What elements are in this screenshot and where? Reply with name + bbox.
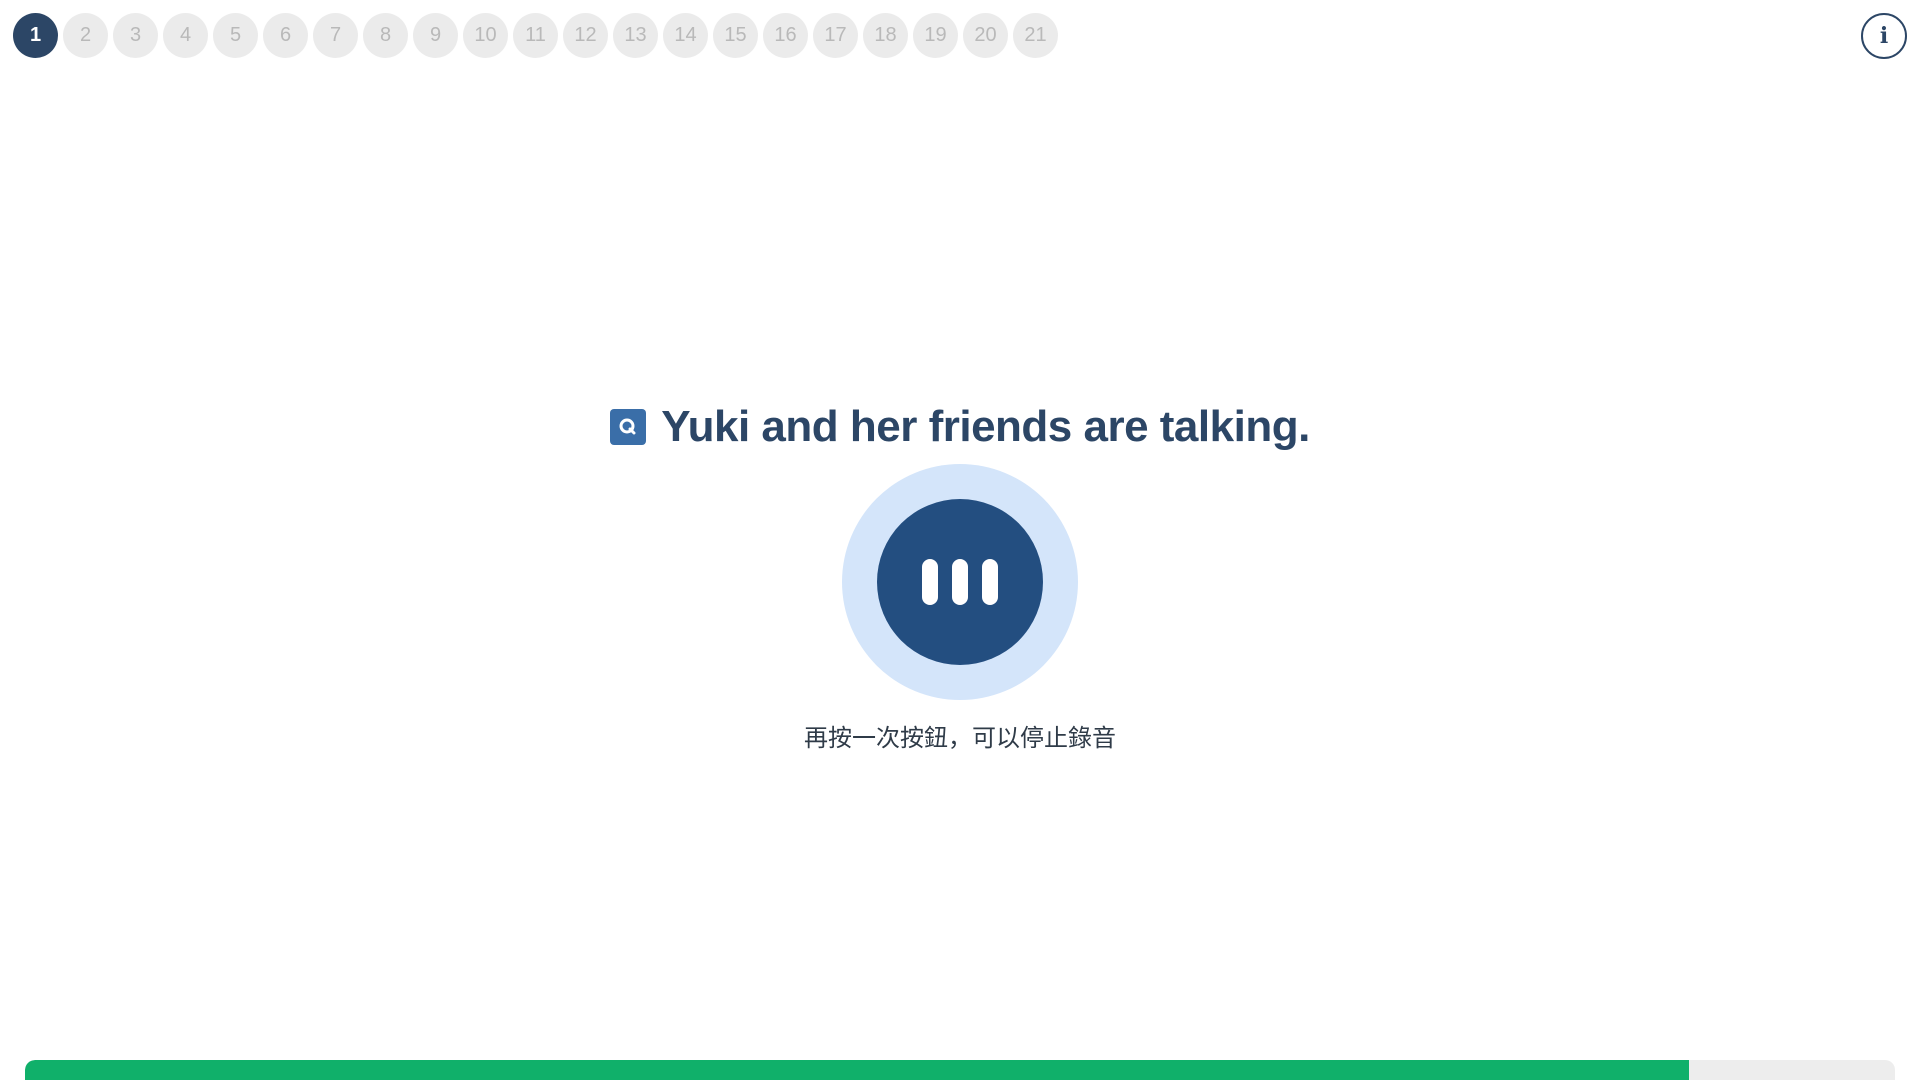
recording-hint: 再按一次按鈕，可以停止錄音 xyxy=(804,724,1116,752)
info-icon: i xyxy=(1879,23,1889,49)
question-nav-item-7[interactable]: 7 xyxy=(313,13,358,58)
question-nav-item-14[interactable]: 14 xyxy=(663,13,708,58)
page: 1 2 3 4 5 6 7 8 9 10 11 12 13 14 15 16 17 18 19 20 21 i Yuki… xyxy=(0,0,1920,1080)
question-nav-item-9[interactable]: 9 xyxy=(413,13,458,58)
question-nav-item-19[interactable]: 19 xyxy=(913,13,958,58)
question-nav-item-4[interactable]: 4 xyxy=(163,13,208,58)
question-nav-item-20[interactable]: 20 xyxy=(963,13,1008,58)
question-q-icon xyxy=(610,409,647,445)
question-nav-item-6[interactable]: 6 xyxy=(263,13,308,58)
question-nav-item-18[interactable]: 18 xyxy=(863,13,908,58)
question-nav-item-12[interactable]: 12 xyxy=(563,13,608,58)
question-nav-item-10[interactable]: 10 xyxy=(463,13,508,58)
prompt: Yuki and her friends are talking. xyxy=(0,402,1920,452)
question-nav-item-11[interactable]: 11 xyxy=(513,13,558,58)
progress-fill xyxy=(25,1060,1690,1080)
question-nav-item-13[interactable]: 13 xyxy=(613,13,658,58)
question-nav-item-17[interactable]: 17 xyxy=(813,13,858,58)
question-nav-item-5[interactable]: 5 xyxy=(213,13,258,58)
question-nav-item-21[interactable]: 21 xyxy=(1013,13,1058,58)
record-button-halo xyxy=(842,464,1078,700)
question-nav-item-2[interactable]: 2 xyxy=(63,13,108,58)
progress-bar xyxy=(25,1060,1895,1080)
info-button[interactable]: i xyxy=(1861,13,1907,59)
question-nav-item-15[interactable]: 15 xyxy=(713,13,758,58)
record-stop-button[interactable] xyxy=(877,499,1043,665)
recording-bar xyxy=(982,559,998,605)
question-nav-item-1[interactable]: 1 xyxy=(13,13,58,58)
recording-bar xyxy=(922,559,938,605)
question-nav-item-3[interactable]: 3 xyxy=(113,13,158,58)
prompt-title: Yuki and her friends are talking. xyxy=(661,402,1310,451)
question-nav-item-16[interactable]: 16 xyxy=(763,13,808,58)
question-nav: 1 2 3 4 5 6 7 8 9 10 11 12 13 14 15 16 17 18 19 20 21 xyxy=(13,13,1058,58)
question-nav-item-8[interactable]: 8 xyxy=(363,13,408,58)
recording-bar xyxy=(952,559,968,605)
